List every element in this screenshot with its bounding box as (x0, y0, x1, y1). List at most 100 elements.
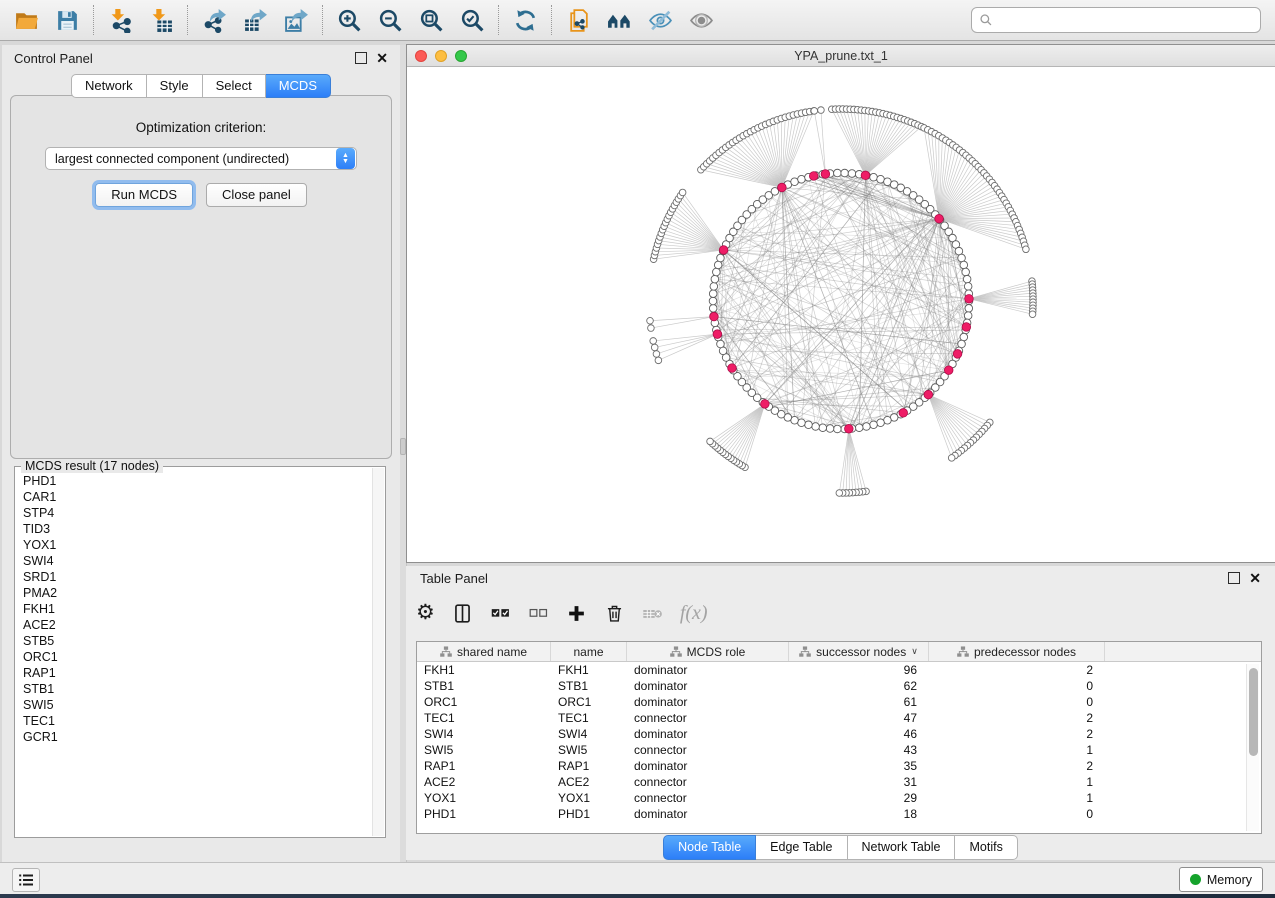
table-settings-gear-icon[interactable]: ⚙ (416, 603, 435, 623)
zoom-out-button[interactable] (370, 2, 411, 38)
column-header[interactable]: shared name (417, 642, 551, 661)
optimization-criterion-select[interactable]: largest connected component (undirected)… (45, 147, 357, 170)
mcds-result-item[interactable]: PMA2 (23, 585, 385, 601)
delete-table-icon-disabled (642, 603, 663, 624)
table-row[interactable]: SWI4SWI4dominator462 (417, 726, 1261, 742)
tab-style[interactable]: Style (147, 74, 203, 98)
tab-mcds[interactable]: MCDS (266, 74, 331, 98)
table-cell: ORC1 (417, 695, 551, 709)
close-panel-button[interactable]: Close panel (206, 183, 307, 207)
mcds-result-item[interactable]: STP4 (23, 505, 385, 521)
first-neighbors-icon (607, 8, 632, 33)
tab-network-table[interactable]: Network Table (848, 835, 956, 860)
table-cell: 62 (789, 679, 929, 693)
table-cell: 0 (929, 695, 1105, 709)
export-network-button[interactable] (194, 2, 235, 38)
table-cell: dominator (627, 759, 789, 773)
import-network-button[interactable] (100, 2, 141, 38)
show-columns-icon[interactable] (452, 603, 473, 624)
export-table-button[interactable] (235, 2, 276, 38)
table-cell: YOX1 (551, 791, 627, 805)
control-panel-tabs: Network Style Select MCDS (2, 74, 400, 98)
mcds-result-title: MCDS result (17 nodes) (21, 459, 163, 473)
run-mcds-button[interactable]: Run MCDS (95, 183, 193, 207)
mcds-result-item[interactable]: CAR1 (23, 489, 385, 505)
mcds-result-item[interactable]: SRD1 (23, 569, 385, 585)
float-panel-icon[interactable] (355, 52, 367, 64)
table-row[interactable]: STB1STB1dominator620 (417, 678, 1261, 694)
mcds-result-item[interactable]: TEC1 (23, 713, 385, 729)
import-table-button[interactable] (141, 2, 182, 38)
mcds-result-item[interactable]: SWI4 (23, 553, 385, 569)
mcds-result-item[interactable]: FKH1 (23, 601, 385, 617)
deselect-all-icon[interactable] (528, 603, 549, 624)
column-header[interactable]: predecessor nodes (929, 642, 1105, 661)
table-row[interactable]: RAP1RAP1dominator352 (417, 758, 1261, 774)
hide-selected-button[interactable] (640, 2, 681, 38)
table-cell: RAP1 (551, 759, 627, 773)
select-all-icon[interactable] (490, 603, 511, 624)
memory-button[interactable]: Memory (1179, 867, 1263, 892)
tab-node-table[interactable]: Node Table (663, 835, 756, 860)
table-row[interactable]: ACE2ACE2connector311 (417, 774, 1261, 790)
tab-select[interactable]: Select (203, 74, 266, 98)
mcds-result-item[interactable]: GCR1 (23, 729, 385, 745)
mcds-result-item[interactable]: RAP1 (23, 665, 385, 681)
node-table-body: FKH1FKH1dominator962STB1STB1dominator620… (417, 662, 1261, 822)
tab-motifs[interactable]: Motifs (955, 835, 1017, 860)
column-header[interactable]: successor nodes∨ (789, 642, 929, 661)
optimization-criterion-value: largest connected component (undirected) (46, 152, 336, 166)
mcds-result-item[interactable]: STB1 (23, 681, 385, 697)
save-icon (55, 8, 80, 33)
mcds-result-item[interactable]: YOX1 (23, 537, 385, 553)
export-image-button[interactable] (276, 2, 317, 38)
mcds-result-item[interactable]: ACE2 (23, 617, 385, 633)
table-row[interactable]: YOX1YOX1connector291 (417, 790, 1261, 806)
zoom-fit-button[interactable] (411, 2, 452, 38)
column-header[interactable]: MCDS role (627, 642, 789, 661)
column-header-label: name (573, 645, 603, 659)
mcds-result-list[interactable]: PHD1CAR1STP4TID3YOX1SWI4SRD1PMA2FKH1ACE2… (15, 473, 385, 745)
network-window-titlebar[interactable]: YPA_prune.txt_1 (407, 45, 1275, 67)
new-network-from-selection-button[interactable] (558, 2, 599, 38)
float-table-panel-icon[interactable] (1228, 572, 1240, 584)
table-cell: TEC1 (417, 711, 551, 725)
zoom-selected-button[interactable] (452, 2, 493, 38)
table-cell: SWI4 (417, 727, 551, 741)
close-panel-icon[interactable]: ✕ (376, 53, 388, 63)
table-cell: dominator (627, 679, 789, 693)
close-table-panel-icon[interactable]: ✕ (1249, 573, 1261, 583)
mcds-result-item[interactable]: PHD1 (23, 473, 385, 489)
save-session-button[interactable] (47, 2, 88, 38)
network-canvas[interactable] (407, 66, 1274, 562)
apply-layout-button[interactable] (505, 2, 546, 38)
first-neighbors-button[interactable] (599, 2, 640, 38)
table-row[interactable]: FKH1FKH1dominator962 (417, 662, 1261, 678)
mcds-result-item[interactable]: ORC1 (23, 649, 385, 665)
memory-status-icon (1190, 874, 1201, 885)
table-row[interactable]: SWI5SWI5connector431 (417, 742, 1261, 758)
open-session-button[interactable] (6, 2, 47, 38)
tab-edge-table[interactable]: Edge Table (756, 835, 847, 860)
delete-column-icon[interactable] (604, 603, 625, 624)
table-row[interactable]: ORC1ORC1dominator610 (417, 694, 1261, 710)
column-header-filler (1105, 642, 1261, 661)
column-header[interactable]: name (551, 642, 627, 661)
mcds-result-scrollbar[interactable] (372, 468, 384, 836)
mcds-result-item[interactable]: STB5 (23, 633, 385, 649)
show-all-button[interactable] (681, 2, 722, 38)
search-input[interactable] (997, 12, 1260, 28)
mcds-result-item[interactable]: TID3 (23, 521, 385, 537)
zoom-in-button[interactable] (329, 2, 370, 38)
search-field[interactable] (971, 7, 1261, 33)
panel-menu-button[interactable] (12, 868, 40, 892)
table-cell: ORC1 (551, 695, 627, 709)
table-scrollbar[interactable] (1246, 664, 1259, 831)
add-column-icon[interactable] (566, 603, 587, 624)
table-row[interactable]: TEC1TEC1connector472 (417, 710, 1261, 726)
table-cell: YOX1 (417, 791, 551, 805)
mcds-result-item[interactable]: SWI5 (23, 697, 385, 713)
table-row[interactable]: PHD1PHD1dominator180 (417, 806, 1261, 822)
tab-network[interactable]: Network (71, 74, 147, 98)
table-scrollbar-thumb[interactable] (1249, 668, 1258, 756)
